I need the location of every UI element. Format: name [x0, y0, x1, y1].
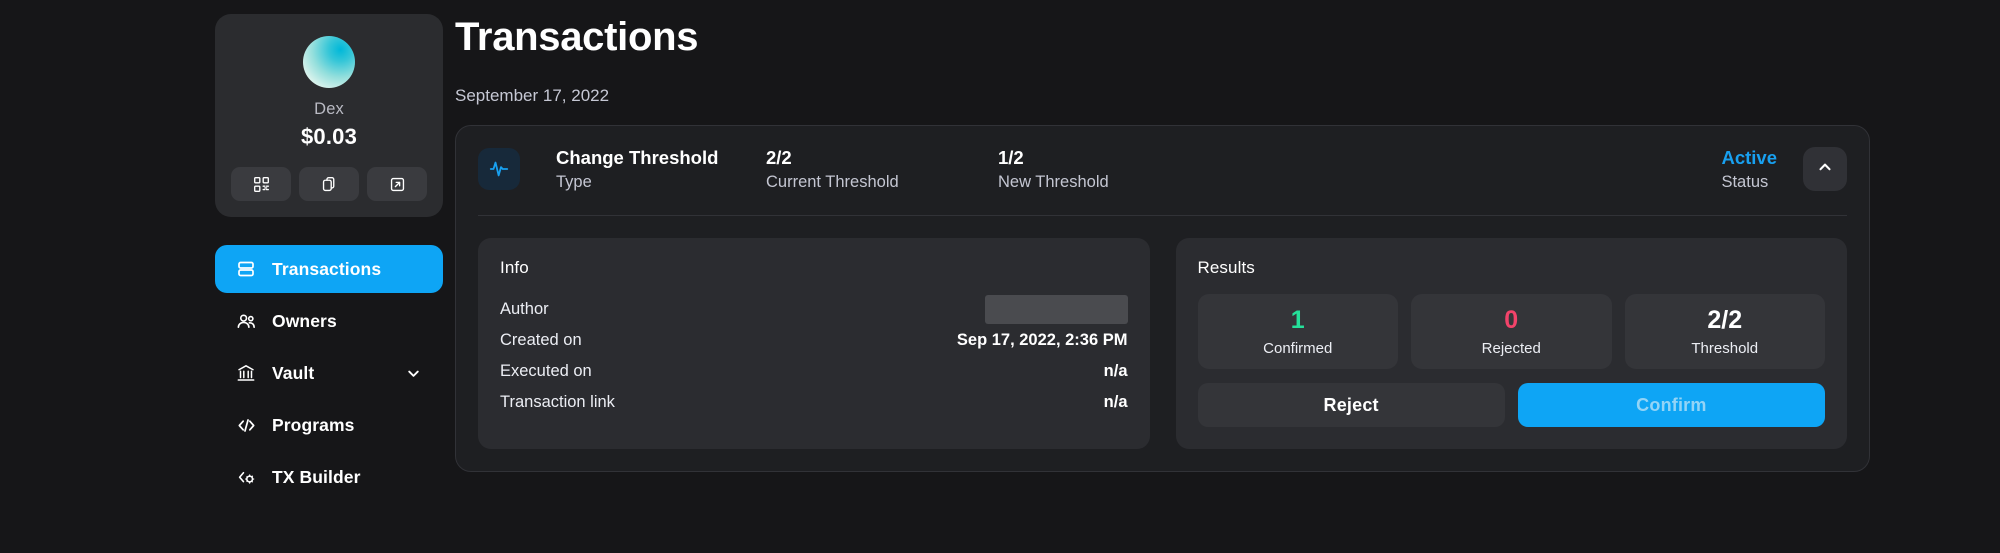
status-value: Active — [1721, 147, 1777, 168]
copy-icon — [321, 176, 338, 193]
threshold-tile: 2/2 Threshold — [1624, 293, 1825, 369]
info-row: Created on Sep 17, 2022, 2:36 PM — [500, 325, 1128, 356]
qr-code-icon — [253, 176, 270, 193]
sidebar-item-tx-builder[interactable]: TX Builder — [215, 453, 443, 501]
transaction-type-field: Change Threshold Type — [556, 146, 766, 193]
info-panel: Info Author Created on Sep 17, 2022, 2:3… — [478, 237, 1150, 449]
rejected-caption: Rejected — [1481, 340, 1541, 357]
status-label: Status — [1721, 173, 1769, 192]
threshold-count: 2/2 — [1707, 305, 1743, 334]
info-row-value: Sep 17, 2022, 2:36 PM — [956, 330, 1128, 349]
app-root: Dex $0.03 Transactions Owners Vault Prog… — [0, 0, 2000, 553]
reject-button[interactable]: Reject — [1197, 383, 1505, 427]
page-title: Transactions — [455, 15, 699, 59]
rejected-count: 0 — [1504, 305, 1519, 334]
sidebar-item-label: Vault — [272, 362, 315, 383]
confirmed-count: 1 — [1290, 305, 1305, 334]
rejected-tile: 0 Rejected — [1411, 293, 1612, 369]
qr-code-button[interactable] — [231, 167, 291, 201]
chevron-up-icon — [1815, 157, 1835, 182]
new-threshold-value: 1/2 — [998, 147, 1024, 168]
sidebar-nav: Transactions Owners Vault Programs TX Bu… — [215, 245, 443, 501]
info-panel-title: Info — [500, 257, 529, 277]
transaction-card: Change Threshold Type 2/2 Current Thresh… — [455, 125, 1870, 472]
info-row-key: Created on — [500, 330, 582, 349]
info-row: Executed on n/a — [500, 356, 1128, 387]
confirmed-tile: 1 Confirmed — [1197, 293, 1398, 369]
transactions-icon — [235, 259, 257, 279]
info-row-key: Transaction link — [500, 392, 615, 411]
new-threshold-label: New Threshold — [998, 173, 1109, 192]
threshold-caption: Threshold — [1691, 340, 1759, 357]
new-threshold-field: 1/2 New Threshold — [998, 146, 1721, 193]
result-tiles: 1 Confirmed 0 Rejected 2/2 Threshold — [1197, 293, 1825, 369]
programs-code-icon — [235, 415, 257, 436]
owners-icon — [235, 311, 257, 332]
wallet-name: Dex — [314, 100, 344, 118]
open-external-button[interactable] — [367, 167, 427, 201]
info-row: Transaction link n/a — [500, 387, 1128, 418]
wallet-avatar-gradient — [303, 36, 355, 88]
results-panel-title: Results — [1197, 257, 1255, 277]
sidebar: Dex $0.03 Transactions Owners Vault Prog… — [0, 0, 455, 505]
sidebar-item-label: Programs — [272, 414, 355, 435]
current-threshold-label: Current Threshold — [766, 173, 899, 192]
transaction-date-group: September 17, 2022 — [455, 86, 610, 105]
copy-address-button[interactable] — [299, 167, 359, 201]
wallet-actions — [231, 167, 427, 201]
sidebar-item-programs[interactable]: Programs — [215, 401, 443, 449]
info-row-value: n/a — [1103, 392, 1128, 411]
sidebar-item-label: Transactions — [272, 258, 382, 279]
activity-pulse-icon — [478, 148, 520, 191]
external-link-icon — [389, 176, 406, 193]
sidebar-item-transactions[interactable]: Transactions — [215, 245, 443, 293]
collapse-transaction-button[interactable] — [1803, 147, 1847, 192]
transaction-type-value: Change Threshold — [556, 147, 719, 168]
info-row: Author — [500, 294, 1128, 325]
result-actions: Reject Confirm — [1197, 383, 1825, 427]
sidebar-item-label: TX Builder — [272, 466, 361, 487]
info-rows: Author Created on Sep 17, 2022, 2:36 PM … — [500, 294, 1128, 418]
tx-builder-icon — [235, 467, 257, 488]
transaction-header[interactable]: Change Threshold Type 2/2 Current Thresh… — [478, 146, 1847, 216]
status-badge: Active Status — [1721, 146, 1777, 193]
wallet-balance: $0.03 — [300, 124, 358, 149]
sidebar-item-label: Owners — [272, 310, 337, 331]
current-threshold-value: 2/2 — [766, 147, 792, 168]
confirmed-caption: Confirmed — [1263, 340, 1333, 357]
info-row-key: Executed on — [500, 361, 592, 380]
info-row-key: Author — [500, 299, 549, 318]
confirm-button[interactable]: Confirm — [1517, 383, 1825, 427]
main-content: Transactions September 17, 2022 Change T… — [455, 0, 2000, 472]
chevron-down-icon[interactable] — [404, 364, 423, 383]
sidebar-item-vault[interactable]: Vault — [215, 349, 443, 397]
vault-icon — [235, 363, 257, 383]
wallet-card: Dex $0.03 — [215, 14, 443, 217]
transaction-type-label: Type — [556, 173, 592, 192]
sidebar-item-owners[interactable]: Owners — [215, 297, 443, 345]
author-redacted-value — [984, 294, 1128, 324]
current-threshold-field: 2/2 Current Threshold — [766, 146, 998, 193]
transaction-detail-panels: Info Author Created on Sep 17, 2022, 2:3… — [478, 237, 1847, 449]
results-panel: Results 1 Confirmed 0 Rejected 2/2 Thres… — [1175, 237, 1847, 449]
info-row-value: n/a — [1103, 361, 1128, 380]
